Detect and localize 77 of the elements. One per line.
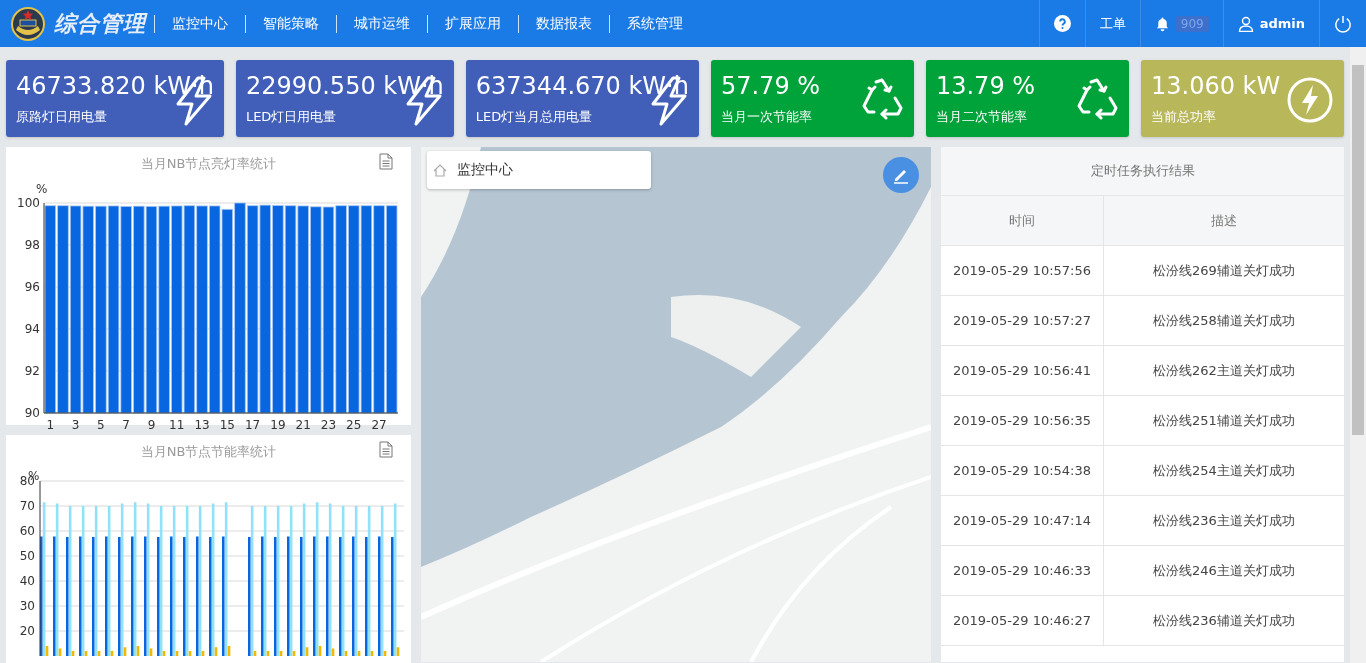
- document-icon[interactable]: [379, 441, 393, 458]
- y-tick-label: 90: [24, 406, 40, 420]
- y-tick-label: 30: [19, 599, 35, 613]
- x-tick-label: 5: [97, 418, 105, 432]
- y-tick-label: 50: [19, 549, 35, 563]
- x-tick-label: 27: [371, 418, 387, 432]
- column-header: 描述: [1103, 196, 1344, 246]
- table-cell: 松汾线236主道关灯成功: [1103, 495, 1344, 546]
- table-cell: 松汾线251辅道关灯成功: [1103, 395, 1344, 446]
- table-cell: 2019-05-29 10:46:27: [941, 595, 1104, 646]
- breadcrumb-text[interactable]: 监控中心: [457, 161, 513, 179]
- table-cell: 2019-05-29 10:46:33: [941, 545, 1104, 596]
- nav-link[interactable]: 数据报表: [519, 14, 609, 33]
- badge-emblem-icon: [10, 5, 46, 42]
- panel-title: 定时任务执行结果: [941, 147, 1344, 196]
- nav-link[interactable]: 系统管理: [610, 14, 700, 33]
- help-icon: [1053, 15, 1071, 32]
- y-tick-label: 40: [19, 574, 35, 588]
- stat-label: 原路灯日用电量: [16, 108, 108, 126]
- notification-count: 909: [1175, 15, 1209, 32]
- table-cell: 松汾线262主道关灯成功: [1103, 345, 1344, 396]
- x-tick-label: 11: [169, 418, 185, 432]
- table-cell: 松汾线269辅道关灯成功: [1103, 245, 1344, 296]
- table-cell: 松汾线236辅道关灯成功: [1103, 595, 1344, 646]
- y-tick-label: 98: [24, 238, 40, 252]
- stat-label: 当前总功率: [1150, 108, 1217, 126]
- column-header: 时间: [941, 196, 1104, 246]
- table-cell: 2019-05-29 10:57:27: [941, 295, 1104, 346]
- table-cell: 2019-05-29 10:56:35: [941, 395, 1104, 446]
- x-tick-label: 13: [194, 418, 210, 432]
- x-tick-label: 3: [71, 418, 80, 432]
- x-tick-label: 25: [346, 418, 362, 432]
- x-tick-label: 21: [295, 418, 311, 432]
- chart-title: 当月NB节点亮灯率统计: [140, 155, 277, 173]
- x-tick-label: 9: [147, 418, 156, 432]
- table-cell: 松汾线258辅道关灯成功: [1103, 295, 1344, 346]
- document-icon[interactable]: [379, 153, 393, 170]
- stat-label: LED灯当月总用电量: [475, 108, 594, 126]
- y-tick-label: 96: [24, 280, 40, 294]
- y-tick-label: 70: [19, 499, 35, 513]
- nav-link[interactable]: 城市运维: [337, 14, 427, 33]
- nav-link[interactable]: 智能策略: [246, 14, 336, 33]
- x-tick-label: 19: [270, 418, 286, 432]
- axis-unit: %: [36, 182, 48, 196]
- y-tick-label: 100: [17, 196, 40, 210]
- home-icon: [433, 163, 447, 177]
- table-cell: 2019-05-29 10:47:14: [941, 495, 1104, 546]
- x-tick-label: 7: [122, 418, 130, 432]
- table-cell: 松汾线246主道关灯成功: [1103, 545, 1344, 596]
- user-icon: [1237, 15, 1254, 32]
- scrollbar[interactable]: [1350, 47, 1366, 663]
- stat-label: 当月一次节能率: [720, 108, 813, 126]
- table-cell: 2019-05-29 10:54:38: [941, 445, 1104, 496]
- user-menu[interactable]: admin: [1222, 0, 1319, 47]
- x-tick-label: 1: [46, 418, 55, 432]
- stat-value: 57.79 %: [720, 72, 821, 100]
- table-cell: 松汾线254主道关灯成功: [1103, 445, 1344, 496]
- lightning-circle-icon: [1286, 76, 1334, 124]
- nav-link[interactable]: 扩展应用: [428, 14, 518, 33]
- x-tick-label: 17: [244, 418, 261, 432]
- y-tick-label: 92: [24, 364, 40, 378]
- x-tick-label: 23: [320, 418, 337, 432]
- x-tick-label: 15: [219, 418, 235, 432]
- stat-value: 13.060 kW: [1150, 72, 1281, 100]
- table-cell: 2019-05-29 10:57:56: [941, 245, 1104, 296]
- app-title: 综合管理: [54, 9, 146, 38]
- table-cell: 2019-05-29 10:56:41: [941, 345, 1104, 396]
- nav-link[interactable]: 监控中心: [155, 14, 245, 33]
- stat-value: 13.79 %: [935, 72, 1036, 100]
- y-tick-label: 94: [24, 322, 40, 336]
- y-tick-label: 60: [19, 524, 35, 538]
- chart-title: 当月NB节点节能率统计: [140, 443, 277, 461]
- stat-label: LED灯日用电量: [245, 108, 338, 126]
- stat-label: 当月二次节能率: [935, 108, 1028, 126]
- ticket-button[interactable]: 工单: [1084, 0, 1140, 47]
- y-tick-label: 20: [19, 624, 35, 638]
- power-icon: [1334, 14, 1352, 33]
